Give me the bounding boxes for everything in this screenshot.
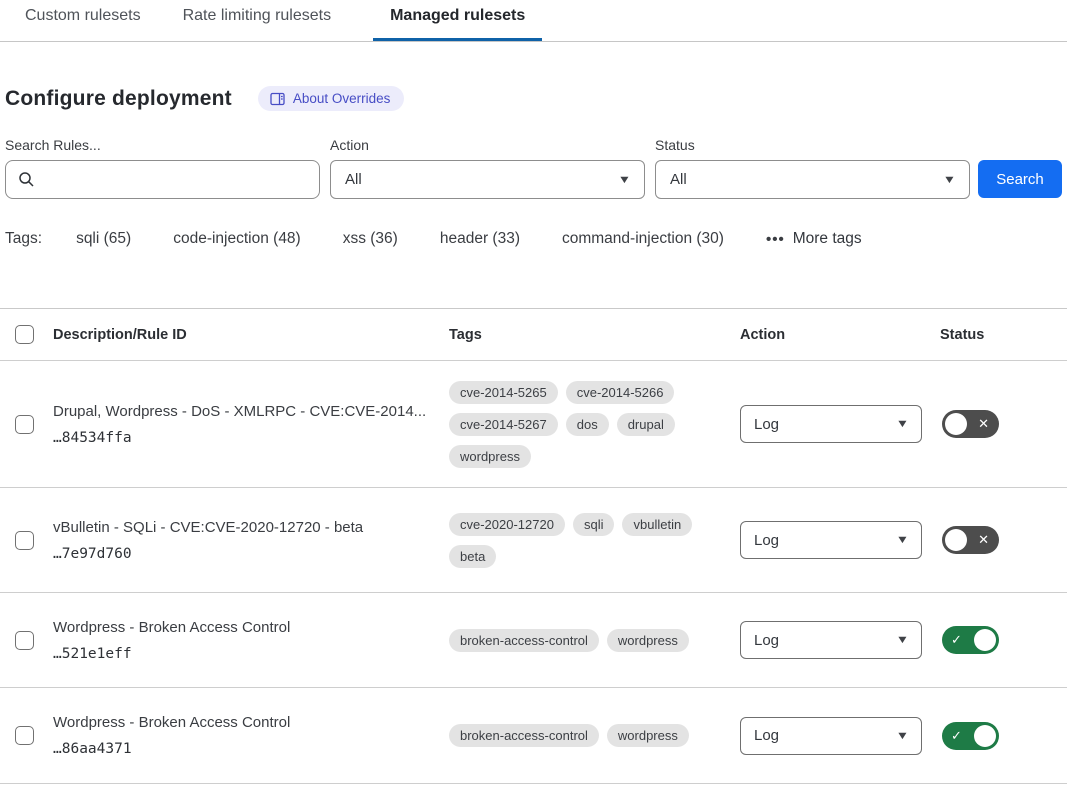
column-header-action: Action [740,327,940,343]
chevron-down-icon: ▼ [943,174,957,186]
action-value: Log [754,532,779,549]
toggle-state-icon: ✕ [978,526,989,554]
toggle-knob [974,725,996,747]
more-tags-button[interactable]: ••• More tags [766,230,862,248]
table-row: vBulletin - SQLi - CVE:CVE-2020-12720 - … [0,488,1067,593]
chevron-down-icon: ▼ [618,174,632,186]
chevron-down-icon: ▼ [896,730,910,742]
rule-tags: broken-access-control wordpress [449,629,740,652]
rule-tags: cve-2014-5265 cve-2014-5266 cve-2014-526… [449,381,740,468]
ellipsis-icon: ••• [766,231,785,248]
filter-bar: Search Rules... Action All ▼ Status All … [5,137,1067,199]
row-checkbox[interactable] [15,631,34,650]
rule-tags: cve-2020-12720 sqli vbulletin beta [449,513,740,568]
tag-filter-sqli[interactable]: sqli (65) [76,230,131,248]
column-header-tags: Tags [449,327,740,343]
search-icon [18,171,35,188]
tag-pill: drupal [617,413,675,436]
toggle-knob [945,413,967,435]
tag-filter-row: Tags: sqli (65) code-injection (48) xss … [5,230,1067,248]
toggle-state-icon: ✓ [951,626,962,654]
page-header: Configure deployment About Overrides [5,86,1067,111]
toggle-knob [945,529,967,551]
status-filter-value: All [670,171,687,188]
action-filter-value: All [345,171,362,188]
search-button[interactable]: Search [978,160,1062,198]
table-row: Drupal, Wordpress - DoS - XMLRPC - CVE:C… [0,361,1067,488]
tag-pill: cve-2020-12720 [449,513,565,536]
status-toggle[interactable]: ✓ [942,626,999,654]
table-row: Wordpress - Broken Access Control …86aa4… [0,688,1067,784]
tab-bar: Custom rulesets Rate limiting rulesets M… [0,0,1067,42]
tag-pill: sqli [573,513,615,536]
tag-pill: cve-2014-5265 [449,381,558,404]
tag-filter-xss[interactable]: xss (36) [343,230,398,248]
tab-managed-rulesets[interactable]: Managed rulesets [373,7,542,41]
action-value: Log [754,727,779,744]
chevron-down-icon: ▼ [896,534,910,546]
action-select[interactable]: Log ▼ [740,621,922,659]
rule-description: Drupal, Wordpress - DoS - XMLRPC - CVE:C… [53,403,429,420]
tag-filter-code-injection[interactable]: code-injection (48) [173,230,301,248]
rule-description: Wordpress - Broken Access Control [53,714,429,731]
chevron-down-icon: ▼ [896,634,910,646]
select-all-checkbox[interactable] [15,325,34,344]
toggle-state-icon: ✓ [951,722,962,750]
tag-pill: broken-access-control [449,724,599,747]
status-filter-label: Status [655,137,970,153]
row-checkbox[interactable] [15,415,34,434]
rule-description: vBulletin - SQLi - CVE:CVE-2020-12720 - … [53,519,429,536]
action-value: Log [754,416,779,433]
tag-filter-header[interactable]: header (33) [440,230,520,248]
more-tags-label: More tags [793,230,862,248]
tab-rate-limiting-rulesets[interactable]: Rate limiting rulesets [183,7,332,41]
status-toggle[interactable]: ✕ [942,526,999,554]
about-overrides-label: About Overrides [293,91,391,106]
rule-id: …521e1eff [53,646,429,662]
book-icon [270,92,285,106]
action-select[interactable]: Log ▼ [740,521,922,559]
page-title: Configure deployment [5,87,232,111]
tag-filter-command-injection[interactable]: command-injection (30) [562,230,724,248]
search-rules-input[interactable] [43,171,319,188]
chevron-down-icon: ▼ [896,418,910,430]
toggle-state-icon: ✕ [978,410,989,438]
tag-pill: broken-access-control [449,629,599,652]
column-header-description: Description/Rule ID [48,327,449,343]
action-filter-select[interactable]: All ▼ [330,160,645,199]
tag-pill: cve-2014-5266 [566,381,675,404]
rules-table: Description/Rule ID Tags Action Status D… [0,308,1067,784]
tag-pill: wordpress [607,629,689,652]
action-select[interactable]: Log ▼ [740,405,922,443]
row-checkbox[interactable] [15,726,34,745]
search-rules-label: Search Rules... [5,137,320,153]
tag-pill: dos [566,413,609,436]
column-header-status: Status [940,327,1067,343]
table-header-row: Description/Rule ID Tags Action Status [0,309,1067,361]
rule-id: …84534ffa [53,430,429,446]
tag-pill: wordpress [607,724,689,747]
tag-pill: wordpress [449,445,531,468]
action-filter-label: Action [330,137,645,153]
tag-pill: cve-2014-5267 [449,413,558,436]
table-row: Wordpress - Broken Access Control …521e1… [0,593,1067,688]
action-select[interactable]: Log ▼ [740,717,922,755]
row-checkbox[interactable] [15,531,34,550]
search-rules-input-wrap [5,160,320,199]
toggle-knob [974,629,996,651]
tags-label: Tags: [5,230,42,248]
rule-id: …86aa4371 [53,741,429,757]
action-value: Log [754,632,779,649]
status-filter-select[interactable]: All ▼ [655,160,970,199]
rule-tags: broken-access-control wordpress [449,724,740,747]
rule-description: Wordpress - Broken Access Control [53,619,429,636]
tag-pill: vbulletin [622,513,692,536]
status-toggle[interactable]: ✓ [942,722,999,750]
rule-id: …7e97d760 [53,546,429,562]
tag-pill: beta [449,545,496,568]
status-toggle[interactable]: ✕ [942,410,999,438]
tab-custom-rulesets[interactable]: Custom rulesets [25,7,141,41]
about-overrides-link[interactable]: About Overrides [258,86,405,111]
